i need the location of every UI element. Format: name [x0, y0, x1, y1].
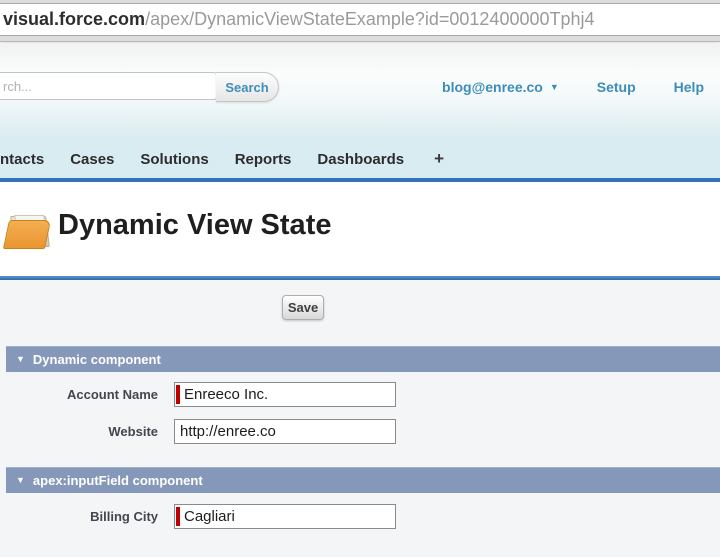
- browser-chrome: visual.force.com/apex/DynamicViewStateEx…: [0, 0, 720, 42]
- section-title: Dynamic component: [33, 352, 161, 367]
- account-name-label: Account Name: [8, 387, 158, 402]
- page-title: Dynamic View State: [58, 209, 331, 242]
- chevron-down-icon[interactable]: ▼: [550, 82, 559, 92]
- tab-bar: ntacts Cases Solutions Reports Dashboard…: [0, 140, 720, 182]
- search-button[interactable]: Search: [216, 72, 279, 102]
- section-header-apex-inputfield[interactable]: ▼ apex:inputField component: [6, 467, 720, 493]
- user-menu[interactable]: blog@enree.co ▼: [442, 79, 559, 95]
- tab-solutions[interactable]: Solutions: [140, 151, 208, 168]
- required-indicator: [176, 507, 180, 526]
- setup-link[interactable]: Setup: [597, 79, 636, 95]
- collapse-arrow-icon: ▼: [16, 355, 25, 364]
- folder-icon: [6, 207, 53, 250]
- url-host: visual.force.com: [3, 9, 145, 29]
- tab-dashboards[interactable]: Dashboards: [317, 151, 404, 168]
- header-links: blog@enree.co ▼ Setup Help: [442, 79, 704, 95]
- url-bar[interactable]: visual.force.com/apex/DynamicViewStateEx…: [0, 3, 720, 36]
- website-label: Website: [8, 424, 158, 439]
- tab-contacts[interactable]: ntacts: [0, 151, 44, 168]
- tab-cases[interactable]: Cases: [70, 151, 114, 168]
- app-header: Search blog@enree.co ▼ Setup Help: [0, 43, 720, 140]
- tab-reports[interactable]: Reports: [235, 151, 292, 168]
- help-link[interactable]: Help: [674, 79, 704, 95]
- url-path: /apex/DynamicViewStateExample?id=0012400…: [145, 9, 594, 29]
- collapse-arrow-icon: ▼: [16, 476, 25, 485]
- title-band: Dynamic View State: [0, 186, 720, 276]
- website-input[interactable]: [174, 419, 396, 444]
- account-name-input[interactable]: [174, 382, 396, 407]
- billing-city-input[interactable]: [174, 504, 396, 529]
- section-title: apex:inputField component: [33, 473, 203, 488]
- tab-add-plus[interactable]: +: [434, 149, 444, 169]
- search-input[interactable]: [0, 72, 217, 100]
- save-button[interactable]: Save: [282, 295, 324, 320]
- section-header-dynamic-component[interactable]: ▼ Dynamic component: [6, 346, 720, 372]
- form-content: Save ▼ Dynamic component Account Name We…: [0, 280, 720, 557]
- required-indicator: [176, 385, 180, 404]
- user-menu-label: blog@enree.co: [442, 79, 543, 95]
- screenshot-root: visual.force.com/apex/DynamicViewStateEx…: [0, 0, 720, 557]
- billing-city-label: Billing City: [8, 509, 158, 524]
